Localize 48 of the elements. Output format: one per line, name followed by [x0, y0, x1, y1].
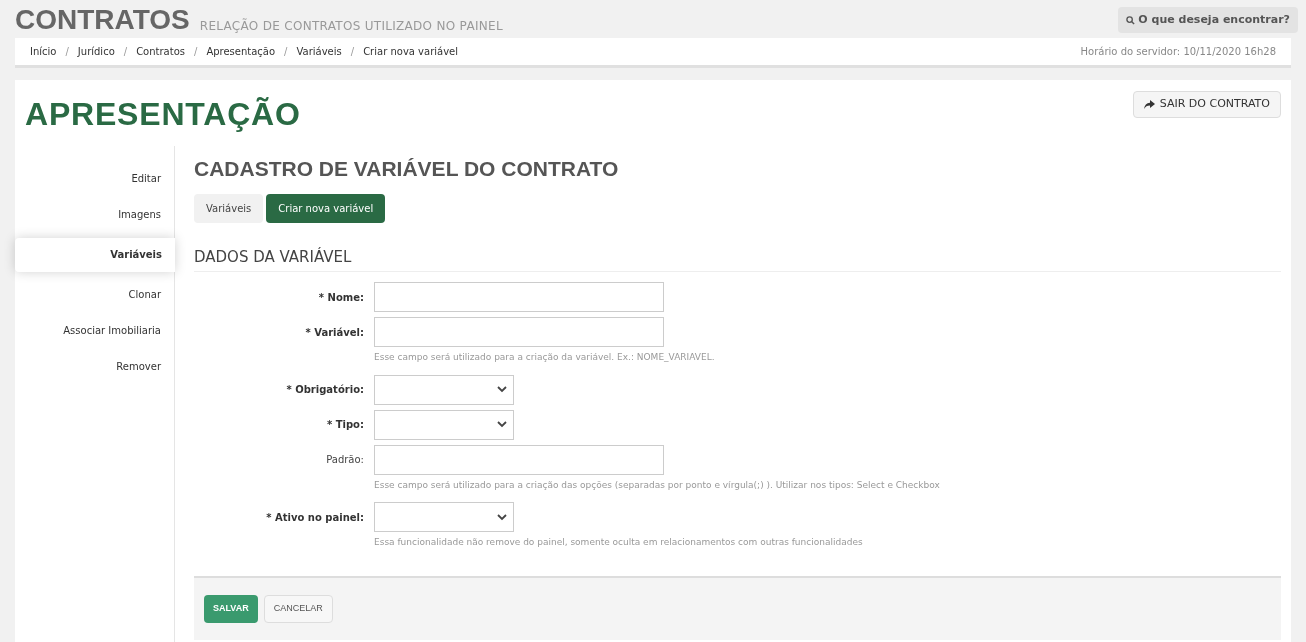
text-input-field[interactable]	[374, 444, 664, 475]
select-field[interactable]	[374, 409, 514, 440]
sidebar-item[interactable]: Clonar	[15, 282, 174, 308]
search-button[interactable]: O que deseja encontrar?	[1118, 7, 1298, 33]
breadcrumb-link[interactable]: Criar nova variável	[363, 44, 459, 59]
tab[interactable]: Criar nova variável	[266, 193, 386, 223]
exit-contract-button[interactable]: SAIR DO CONTRATO	[1132, 91, 1281, 118]
sidebar-item[interactable]: Editar	[15, 166, 174, 192]
page-title: APRESENTAÇÃO	[25, 95, 301, 134]
field-label: * Variável:	[304, 325, 365, 340]
breadcrumb-link[interactable]: Contratos	[136, 44, 185, 59]
select-field[interactable]	[374, 374, 514, 405]
text-input-field[interactable]	[374, 317, 664, 347]
breadcrumb-link[interactable]: Variáveis	[296, 44, 342, 59]
form-section-title: DADOS DA VARIÁVEL	[194, 245, 1281, 272]
server-time: Horário do servidor: 10/11/2020 16h28	[1080, 45, 1276, 59]
breadcrumb-separator: /	[350, 45, 355, 59]
page-header-subtitle: RELAÇÃO DE CONTRATOS UTILIZADO NO PAINEL	[199, 20, 503, 34]
breadcrumb-separator: /	[194, 45, 198, 59]
chevron-down-icon	[497, 513, 507, 521]
chevron-down-icon	[497, 421, 507, 428]
sidebar-item[interactable]: Associar Imobiliaria	[15, 318, 174, 344]
text-input-field[interactable]	[374, 282, 664, 312]
breadcrumb-link[interactable]: Apresentação	[206, 44, 276, 59]
field-label: Padrão:	[325, 453, 365, 467]
section-title: CADASTRO DE VARIÁVEL DO CONTRATO	[194, 156, 620, 182]
sidebar-item[interactable]: Imagens	[15, 202, 174, 228]
help-text: Esse campo será utilizado para a criação das opções (separadas por ponto e vírgula(;) ). Utilizar nos tipos: Select e Checkbox	[374, 478, 941, 492]
help-text: Essa funcionalidade não remove do painel, somente oculta em relacionamentos com outras funcionalidades	[374, 536, 864, 549]
sidebar-item[interactable]: Remover	[15, 354, 174, 380]
chevron-down-icon	[497, 386, 507, 393]
breadcrumb-link[interactable]: Início	[30, 44, 57, 59]
breadcrumb-separator: /	[123, 45, 128, 59]
field-label: * Ativo no painel:	[265, 510, 365, 525]
search-icon	[1126, 15, 1136, 25]
sidebar-item[interactable]: Variáveis	[15, 238, 175, 272]
page-header-title: CONTRATOS	[15, 6, 190, 34]
tab[interactable]: Variáveis	[194, 193, 264, 223]
breadcrumb-separator: /	[284, 45, 288, 59]
field-label: * Obrigatório:	[285, 383, 365, 397]
cancel-button[interactable]: CANCELAR	[263, 594, 333, 623]
select-field[interactable]	[374, 502, 514, 532]
breadcrumb-link[interactable]: Jurídico	[77, 44, 115, 59]
breadcrumb-separator: /	[65, 45, 69, 59]
field-label: * Nome:	[317, 290, 365, 305]
share-arrow-icon	[1143, 100, 1155, 109]
help-text: Esse campo será utilizado para a criação da variável. Ex.: NOME_VARIAVEL.	[374, 351, 716, 364]
field-label: * Tipo:	[326, 418, 365, 432]
